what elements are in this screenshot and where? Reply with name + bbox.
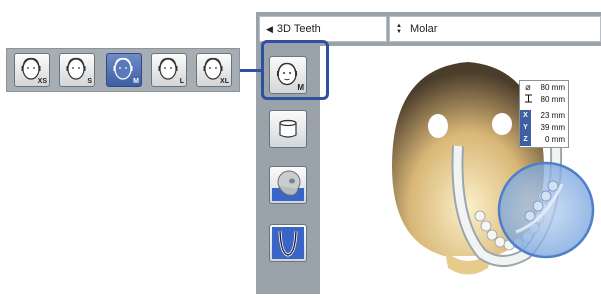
axis-y-label: Y	[520, 122, 531, 134]
callout-highlight-frame	[261, 40, 329, 100]
measurement-panel: ⌀ 80 mm 80 mm X 23 mm Y 39 mm Z 0 mm	[519, 80, 569, 148]
z-value: 0 mm	[545, 135, 565, 144]
diameter-value: 80 mm	[540, 83, 565, 92]
tooth-type-select[interactable]: ▲ ▼ Molar	[389, 16, 601, 42]
y-row: Y 39 mm	[520, 122, 568, 134]
size-option-label: XL	[220, 78, 229, 85]
tooth-type-value: Molar	[409, 23, 438, 35]
view-mode-select[interactable]: ◀ 3D Teeth	[259, 16, 387, 42]
axis-x-label: X	[520, 110, 531, 122]
height-row: 80 mm	[520, 94, 568, 106]
x-value: 23 mm	[540, 111, 565, 120]
size-option-label: XS	[37, 78, 47, 85]
axis-z-label: Z	[520, 134, 531, 146]
view-mode-value: 3D Teeth	[276, 23, 321, 35]
size-option-xl[interactable]: XL	[196, 53, 232, 87]
size-option-label: S	[87, 78, 92, 85]
head-size-palette: XS S M L XL	[6, 48, 240, 92]
size-option-label: M	[133, 78, 139, 85]
y-value: 39 mm	[540, 123, 565, 132]
size-option-label: L	[179, 78, 184, 85]
up-down-arrows-icon: ▲ ▼	[396, 23, 402, 35]
triangle-left-icon: ◀	[266, 23, 273, 34]
height-icon	[523, 94, 533, 105]
size-option-l[interactable]: L	[151, 53, 187, 87]
size-option-s[interactable]: S	[59, 53, 95, 87]
diameter-icon: ⌀	[525, 82, 531, 92]
z-row: Z 0 mm	[520, 134, 568, 146]
size-option-m[interactable]: M	[106, 53, 142, 87]
cylinder-icon	[279, 119, 297, 138]
skull-view-button[interactable]	[269, 166, 307, 204]
skull-icon	[272, 170, 304, 201]
x-row: X 23 mm	[520, 110, 568, 122]
jaw-arch-button[interactable]	[269, 224, 307, 262]
diameter-row: ⌀ 80 mm	[520, 82, 568, 94]
cylinder-button[interactable]	[269, 110, 307, 148]
size-option-xs[interactable]: XS	[14, 53, 50, 87]
jaw-arch-icon	[272, 227, 304, 259]
height-value: 80 mm	[540, 95, 565, 104]
